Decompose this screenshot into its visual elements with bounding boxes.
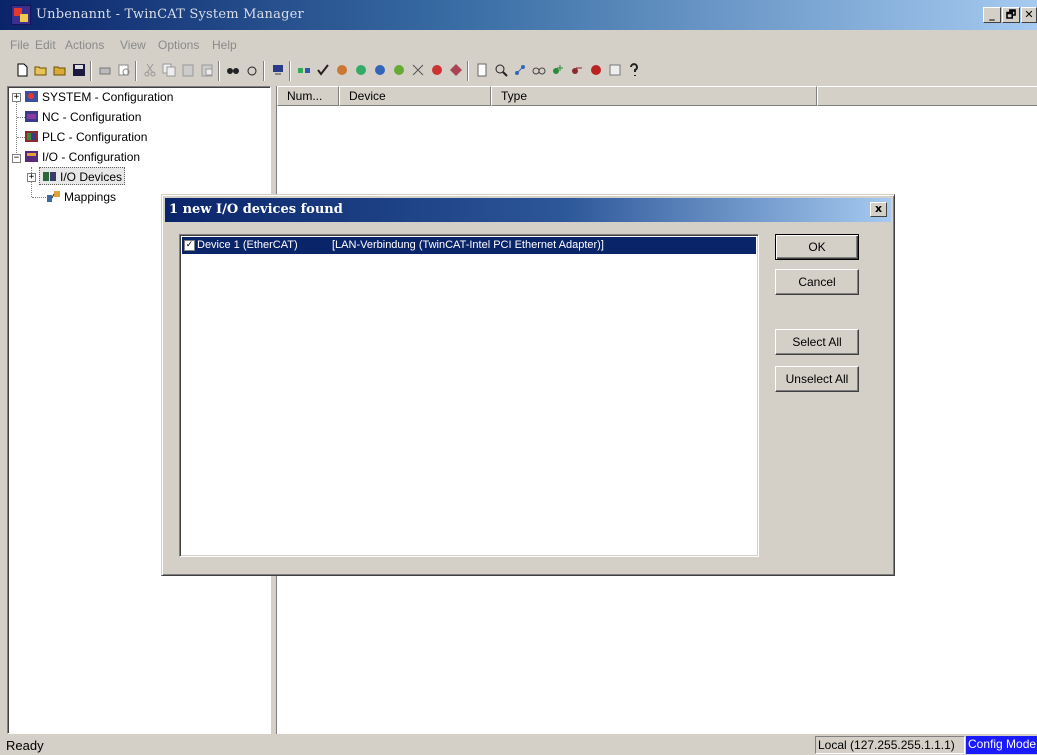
window-title: Unbenannt - TwinCAT System Manager [36, 7, 304, 22]
tree-item-io-devices[interactable]: I/O Devices [39, 167, 126, 185]
new-file-icon[interactable] [15, 63, 29, 77]
found-devices-list[interactable]: ✓ Device 1 (EtherCAT) [LAN-Verbindung (T… [179, 234, 759, 557]
menu-view[interactable]: View [120, 38, 146, 52]
target-host-status[interactable]: Local (127.255.255.1.1.1) [815, 736, 965, 754]
ok-button[interactable]: OK [775, 234, 859, 260]
save-icon[interactable] [72, 63, 86, 77]
activate-config-icon[interactable] [335, 63, 349, 77]
menu-bar: File Edit Actions View Options Help [0, 38, 1037, 56]
paste-icon[interactable] [181, 63, 195, 77]
network-icon[interactable] [513, 63, 527, 77]
minimize-button[interactable]: _ [983, 7, 1001, 23]
tree-item-io-config[interactable]: I/O - Configuration [24, 148, 140, 166]
select-all-button[interactable]: Select All [775, 329, 859, 355]
tree-item-label: Mappings [64, 190, 117, 204]
expand-system-button[interactable]: + [12, 93, 21, 102]
plc-config-icon [24, 130, 39, 143]
target-icon[interactable] [449, 63, 463, 77]
column-device[interactable]: Device [339, 86, 491, 106]
copy-icon[interactable] [162, 63, 176, 77]
column-num[interactable]: Num... [277, 86, 339, 106]
mappings-icon [46, 190, 61, 203]
generate-mappings-icon[interactable] [297, 63, 311, 77]
license-icon[interactable] [589, 63, 603, 77]
nc-config-icon [24, 110, 39, 123]
menu-help[interactable]: Help [212, 38, 237, 52]
expand-io-devices-button[interactable]: + [27, 173, 36, 182]
tree-item-plc[interactable]: PLC - Configuration [24, 128, 147, 146]
print-preview-icon[interactable] [117, 63, 131, 77]
restart-icon[interactable] [354, 63, 368, 77]
title-bar[interactable]: Unbenannt - TwinCAT System Manager _ 🗗 ✕ [0, 0, 1037, 30]
toolbar [10, 58, 1035, 84]
column-empty [817, 86, 1037, 106]
restore-button[interactable]: 🗗 [1002, 7, 1020, 23]
zoom-icon[interactable] [494, 63, 508, 77]
find-icon[interactable] [226, 63, 240, 77]
twincat-app-icon[interactable] [11, 5, 31, 25]
new-devices-dialog: 1 new I/O devices found x ✓ Device 1 (Et… [161, 194, 895, 576]
io-config-icon [24, 150, 39, 163]
cancel-button[interactable]: Cancel [775, 269, 859, 295]
tree-item-system[interactable]: SYSTEM - Configuration [24, 88, 173, 106]
list-header: Num... Device Type [277, 86, 1037, 106]
paste-special-icon[interactable] [200, 63, 214, 77]
dialog-title: 1 new I/O devices found [169, 202, 343, 217]
column-type[interactable]: Type [491, 86, 817, 106]
remove-watch-icon[interactable] [570, 63, 584, 77]
config-mode-badge[interactable]: Config Mode [966, 736, 1037, 754]
help-icon[interactable] [627, 63, 641, 77]
device-checkbox[interactable]: ✓ [184, 240, 195, 251]
window-close-button[interactable]: ✕ [1021, 7, 1037, 23]
add-watch-icon[interactable] [551, 63, 565, 77]
print-icon[interactable] [98, 63, 112, 77]
menu-options[interactable]: Options [158, 38, 199, 52]
tree-item-label: I/O Devices [60, 170, 123, 184]
dialog-close-button[interactable]: x [870, 202, 887, 217]
computer-icon[interactable] [271, 63, 285, 77]
menu-edit[interactable]: Edit [35, 38, 56, 52]
tree-item-nc[interactable]: NC - Configuration [24, 108, 141, 126]
status-bar: Ready Local (127.255.255.1.1.1) Config M… [0, 735, 1037, 755]
watch-icon[interactable] [532, 63, 546, 77]
device-adapter: [LAN-Verbindung (TwinCAT-Intel PCI Ether… [332, 239, 604, 251]
list-item[interactable]: ✓ Device 1 (EtherCAT) [LAN-Verbindung (T… [182, 237, 756, 254]
tools-icon[interactable] [411, 63, 425, 77]
document-icon[interactable] [475, 63, 489, 77]
tree-item-label: SYSTEM - Configuration [42, 90, 174, 104]
io-devices-icon [42, 170, 57, 183]
scan-devices-icon[interactable] [392, 63, 406, 77]
cut-icon[interactable] [143, 63, 157, 77]
find-next-icon[interactable] [245, 63, 259, 77]
unselect-all-button[interactable]: Unselect All [775, 366, 859, 392]
system-config-icon [24, 90, 39, 103]
status-text: Ready [6, 738, 44, 753]
tree-item-mappings[interactable]: Mappings [46, 188, 116, 206]
collapse-io-button[interactable]: − [12, 154, 21, 163]
info-icon[interactable] [608, 63, 622, 77]
open-folder-icon[interactable] [34, 63, 48, 77]
tree-item-label: NC - Configuration [42, 110, 142, 124]
device-name: Device 1 (EtherCAT) [197, 239, 298, 251]
check-config-icon[interactable] [316, 63, 330, 77]
tree-item-label: I/O - Configuration [42, 150, 141, 164]
dialog-title-bar[interactable]: 1 new I/O devices found x [165, 198, 891, 222]
config-mode-icon[interactable] [373, 63, 387, 77]
tree-item-label: PLC - Configuration [42, 130, 148, 144]
open-recent-icon[interactable] [53, 63, 67, 77]
menu-file[interactable]: File [10, 38, 29, 52]
stop-icon[interactable] [430, 63, 444, 77]
menu-actions[interactable]: Actions [65, 38, 104, 52]
